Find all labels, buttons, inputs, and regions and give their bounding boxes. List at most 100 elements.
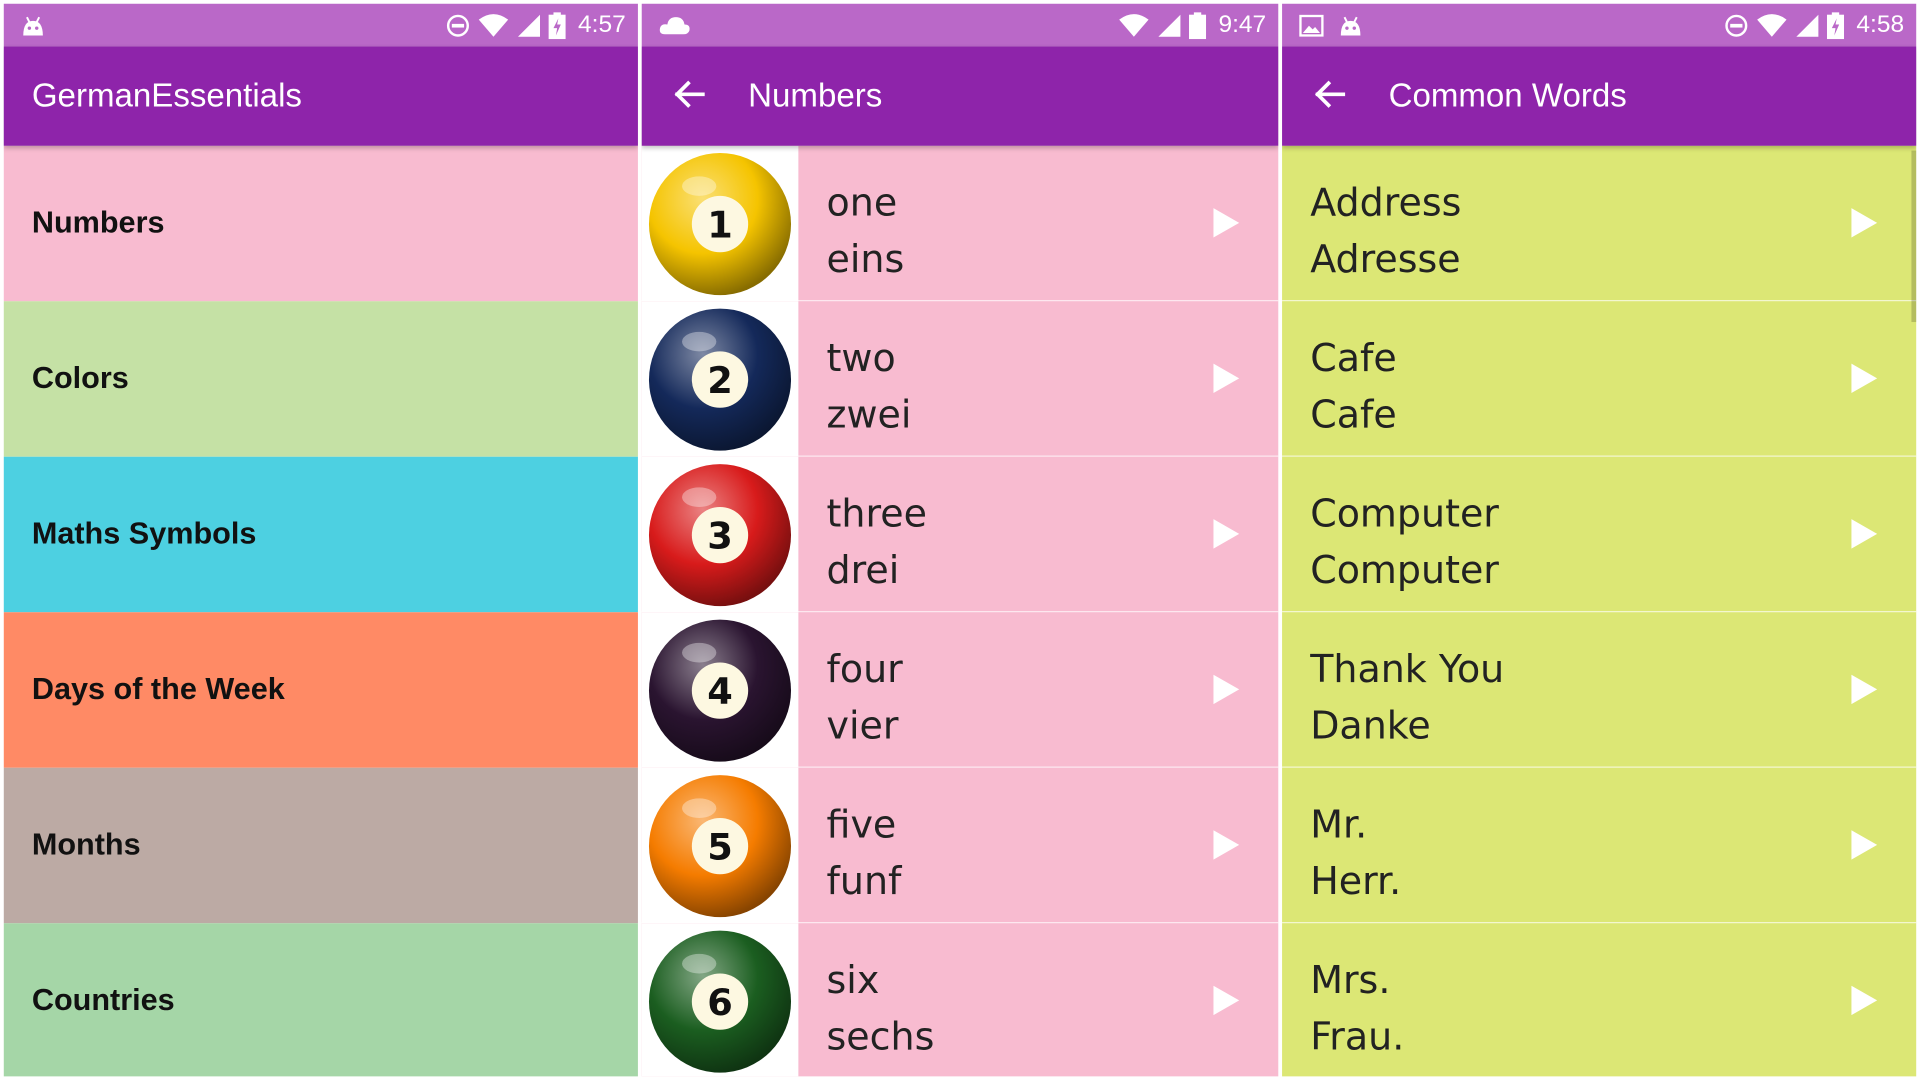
category-item[interactable]: Maths Symbols bbox=[3, 456, 638, 613]
wifi-icon bbox=[1118, 13, 1150, 37]
arrow-back-icon bbox=[1313, 77, 1347, 117]
german-word: Frau. bbox=[1310, 1015, 1405, 1060]
category-item[interactable]: Months bbox=[3, 767, 638, 924]
english-word: Computer bbox=[1310, 492, 1499, 537]
word-row[interactable]: Thank You Danke bbox=[1282, 612, 1917, 768]
numbers-list: 1 one eins 2 two zwei 3 three drei 4 four vier 5 five… bbox=[641, 145, 1279, 1077]
row-image: 6 bbox=[641, 923, 799, 1077]
battery-charging-icon bbox=[548, 11, 566, 39]
play-arrow-icon[interactable] bbox=[1207, 516, 1244, 553]
ball-number: 2 bbox=[707, 358, 733, 401]
app-bar: Numbers bbox=[641, 46, 1279, 146]
play-arrow-icon[interactable] bbox=[1207, 982, 1244, 1019]
cell-signal-icon bbox=[517, 13, 541, 37]
category-label: Maths Symbols bbox=[31, 516, 257, 552]
word-row[interactable]: 1 one eins bbox=[641, 145, 1279, 302]
word-texts: four vier bbox=[827, 642, 903, 755]
play-arrow-icon[interactable] bbox=[1207, 204, 1244, 241]
ball-number: 3 bbox=[707, 514, 733, 557]
android-icon bbox=[21, 14, 45, 36]
word-texts: five funf bbox=[827, 797, 902, 910]
billiard-ball-3-icon: 3 bbox=[648, 463, 792, 606]
cell-signal-icon bbox=[1157, 13, 1181, 37]
play-arrow-icon[interactable] bbox=[1207, 360, 1244, 397]
play-arrow-icon[interactable] bbox=[1207, 827, 1244, 864]
ball-number: 4 bbox=[707, 669, 733, 712]
category-item[interactable]: Numbers bbox=[3, 145, 638, 302]
play-arrow-icon[interactable] bbox=[1845, 360, 1882, 397]
word-row[interactable]: 4 four vier bbox=[641, 612, 1279, 768]
english-word: Cafe bbox=[1310, 336, 1397, 381]
row-image: 3 bbox=[641, 456, 799, 613]
image-icon bbox=[1299, 14, 1324, 37]
word-row[interactable]: Mrs. Frau. bbox=[1282, 923, 1917, 1077]
english-word: four bbox=[826, 647, 903, 692]
word-texts: six sechs bbox=[827, 953, 935, 1066]
play-arrow-icon[interactable] bbox=[1845, 516, 1882, 553]
english-word: two bbox=[826, 336, 896, 381]
play-arrow-icon[interactable] bbox=[1845, 671, 1882, 708]
row-image: 2 bbox=[641, 301, 799, 457]
status-bar: 4:57 bbox=[3, 3, 638, 47]
play-arrow-icon[interactable] bbox=[1207, 671, 1244, 708]
app-bar: GermanEssentials bbox=[3, 46, 638, 146]
english-word: one bbox=[826, 181, 898, 226]
word-row[interactable]: 3 three drei bbox=[641, 456, 1279, 613]
row-image: 4 bbox=[641, 612, 799, 768]
billiard-ball-4-icon: 4 bbox=[648, 618, 792, 762]
german-word: zwei bbox=[826, 393, 912, 438]
german-word: Adresse bbox=[1310, 237, 1461, 282]
category-item[interactable]: Colors bbox=[3, 301, 638, 457]
category-item[interactable]: Days of the Week bbox=[3, 612, 638, 768]
word-row[interactable]: 5 five funf bbox=[641, 767, 1279, 924]
word-row[interactable]: Cafe Cafe bbox=[1282, 301, 1917, 457]
english-word: three bbox=[826, 492, 927, 537]
ball-number: 1 bbox=[707, 203, 733, 246]
word-row[interactable]: Address Adresse bbox=[1282, 145, 1917, 302]
screen-home: 4:57 GermanEssentials Numbers Colors Maths… bbox=[3, 3, 638, 1077]
screen-common-words: 4:58 Common Words Address Adresse Cafe Cafe… bbox=[1282, 3, 1917, 1077]
status-time: 4:58 bbox=[1856, 11, 1905, 38]
english-word: six bbox=[826, 958, 880, 1003]
word-texts: two zwei bbox=[827, 331, 912, 444]
word-texts: Thank You Danke bbox=[1310, 642, 1504, 755]
app-bar: Common Words bbox=[1282, 46, 1917, 146]
play-arrow-icon[interactable] bbox=[1845, 204, 1882, 241]
cloud-icon bbox=[659, 14, 691, 36]
billiard-ball-2-icon: 2 bbox=[648, 307, 792, 450]
word-row[interactable]: 6 six sechs bbox=[641, 923, 1279, 1077]
back-button[interactable] bbox=[669, 76, 711, 118]
screenshot-collage: 4:57 GermanEssentials Numbers Colors Maths… bbox=[0, 0, 1920, 1080]
word-row[interactable]: Computer Computer bbox=[1282, 456, 1917, 613]
german-word: Danke bbox=[1310, 704, 1431, 749]
back-button[interactable] bbox=[1309, 76, 1351, 118]
german-word: sechs bbox=[826, 1015, 935, 1060]
ball-number: 5 bbox=[707, 825, 733, 868]
ball-number: 6 bbox=[707, 980, 733, 1023]
billiard-ball-1-icon: 1 bbox=[648, 152, 792, 295]
category-list: Numbers Colors Maths Symbols Days of the We… bbox=[3, 145, 638, 1077]
screen-title: Numbers bbox=[748, 77, 883, 114]
scrollbar[interactable] bbox=[1911, 150, 1917, 323]
cell-signal-icon bbox=[1795, 13, 1819, 37]
german-word: Cafe bbox=[1310, 393, 1397, 438]
category-item[interactable]: Countries bbox=[3, 923, 638, 1077]
word-texts: Address Adresse bbox=[1310, 175, 1461, 288]
category-label: Months bbox=[31, 827, 141, 863]
play-arrow-icon[interactable] bbox=[1845, 827, 1882, 864]
billiard-ball-6-icon: 6 bbox=[648, 930, 792, 1073]
status-bar: 4:58 bbox=[1282, 3, 1917, 47]
english-word: Address bbox=[1310, 181, 1462, 226]
category-label: Colors bbox=[31, 361, 129, 396]
word-texts: three drei bbox=[827, 486, 927, 599]
word-texts: Cafe Cafe bbox=[1310, 331, 1396, 444]
wifi-icon bbox=[478, 13, 510, 37]
english-word: Thank You bbox=[1310, 647, 1505, 692]
german-word: drei bbox=[826, 548, 900, 593]
play-arrow-icon[interactable] bbox=[1845, 982, 1882, 1019]
word-row[interactable]: 2 two zwei bbox=[641, 301, 1279, 457]
category-label: Numbers bbox=[31, 205, 165, 240]
word-row[interactable]: Mr. Herr. bbox=[1282, 767, 1917, 924]
billiard-ball-5-icon: 5 bbox=[648, 774, 792, 917]
row-image: 5 bbox=[641, 767, 799, 924]
